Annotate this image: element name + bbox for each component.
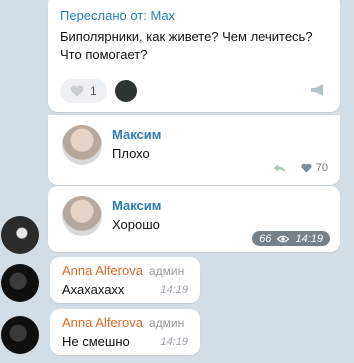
message-time: 14:19 bbox=[160, 336, 188, 348]
comment-meta: 66 14:19 bbox=[252, 231, 330, 246]
heart-icon bbox=[301, 163, 312, 173]
sender-role: админ bbox=[148, 316, 185, 330]
comment-author[interactable]: Максим bbox=[112, 127, 161, 142]
avatar[interactable] bbox=[62, 196, 102, 236]
forwarded-post[interactable]: Переслано от: Max Биполярники, как живет… bbox=[48, 0, 340, 112]
comment-time: 14:19 bbox=[295, 232, 323, 245]
comment-text: Плохо bbox=[112, 146, 150, 161]
comment-likes[interactable]: 70 bbox=[301, 162, 328, 174]
avatar[interactable] bbox=[1, 264, 39, 302]
message-text: Не смешно bbox=[62, 334, 130, 349]
message-time: 14:19 bbox=[160, 284, 188, 296]
comment-item[interactable]: Максим Плохо 70 bbox=[48, 115, 340, 185]
avatar[interactable] bbox=[1, 316, 39, 354]
eye-icon bbox=[277, 235, 290, 242]
avatar[interactable] bbox=[62, 125, 102, 165]
post-reactions: 1 bbox=[60, 79, 137, 103]
likes-count: 70 bbox=[315, 162, 328, 174]
reply-icon[interactable] bbox=[273, 163, 287, 174]
like-count: 1 bbox=[90, 84, 97, 98]
message-text: Ахахахахх bbox=[62, 282, 125, 297]
comment-meta: 70 bbox=[273, 162, 328, 174]
sender-role: админ bbox=[148, 264, 185, 278]
sender-name: Anna Alferova bbox=[62, 263, 143, 278]
message-sender[interactable]: Anna Alferova админ bbox=[62, 315, 184, 330]
avatar[interactable] bbox=[1, 216, 39, 254]
comment-author[interactable]: Максим bbox=[112, 198, 161, 213]
chat-area: Переслано от: Max Биполярники, как живет… bbox=[0, 0, 354, 363]
forward-header[interactable]: Переслано от: Max bbox=[60, 8, 175, 23]
comment-text: Хорошо bbox=[112, 217, 160, 232]
message-bubble[interactable]: Anna Alferova админ Ахахахахх 14:19 bbox=[50, 257, 200, 303]
message-bubble[interactable]: Anna Alferova админ Не смешно 14:19 bbox=[50, 309, 200, 355]
post-text: Биполярники, как живете? Чем лечитесь? Ч… bbox=[60, 29, 313, 62]
sender-name: Anna Alferova bbox=[62, 315, 143, 330]
like-reaction[interactable]: 1 bbox=[60, 79, 107, 103]
comment-item[interactable]: Максим Хорошо 66 14:19 bbox=[48, 186, 340, 252]
views-count: 66 bbox=[259, 232, 272, 245]
megaphone-icon[interactable] bbox=[310, 83, 326, 97]
reactor-avatar[interactable] bbox=[114, 80, 137, 102]
message-sender[interactable]: Anna Alferova админ bbox=[62, 263, 184, 278]
heart-icon bbox=[70, 85, 84, 97]
